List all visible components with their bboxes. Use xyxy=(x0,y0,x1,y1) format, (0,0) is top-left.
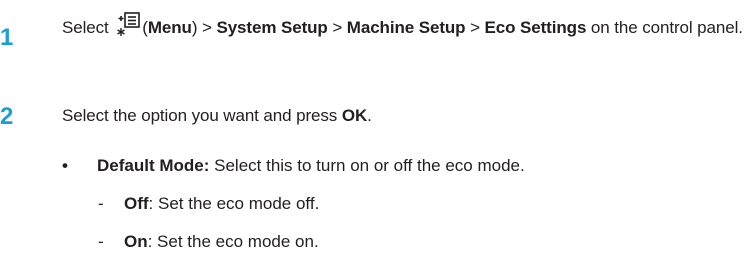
dash-mark: - xyxy=(98,194,104,213)
step-number: 1 xyxy=(0,24,14,51)
path-separator: > xyxy=(332,18,343,37)
sub-option-text: : Set the eco mode on. xyxy=(147,232,319,251)
sub-option-description: Off: Set the eco mode off. xyxy=(124,192,319,216)
menu-label: Menu xyxy=(147,18,192,37)
instruction-prefix: Select the option you want and press xyxy=(62,106,338,125)
ok-key-label: OK xyxy=(341,106,368,125)
instruction-select-word: Select xyxy=(62,18,109,37)
path-separator: > xyxy=(470,18,480,37)
option-text: Select this to turn on or off the eco mo… xyxy=(214,156,525,175)
step-number: 2 xyxy=(0,103,14,130)
sub-option-text: : Set the eco mode off. xyxy=(148,194,320,213)
step-instruction: Select (Menu) > System Setup > Machine S… xyxy=(62,10,752,43)
path-separator: > xyxy=(202,18,212,37)
paren-close: ) xyxy=(191,18,198,37)
sub-option-label: On xyxy=(124,232,148,251)
sub-option-label: Off xyxy=(124,194,149,213)
dash-mark: - xyxy=(98,232,104,251)
path-system-setup: System Setup xyxy=(216,18,328,37)
instruction-suffix: on the control panel. xyxy=(590,18,743,37)
instruction-period: . xyxy=(367,106,372,125)
sub-option-description: On: Set the eco mode on. xyxy=(124,230,319,254)
path-machine-setup: Machine Setup xyxy=(346,18,466,37)
bullet-mark: • xyxy=(62,156,68,175)
option-label: Default Mode: xyxy=(97,156,210,175)
step-instruction: Select the option you want and press OK. xyxy=(62,100,752,131)
option-description: Default Mode: Select this to turn on or … xyxy=(97,154,525,178)
path-eco-settings: Eco Settings xyxy=(484,18,587,37)
menu-icon xyxy=(115,10,141,38)
